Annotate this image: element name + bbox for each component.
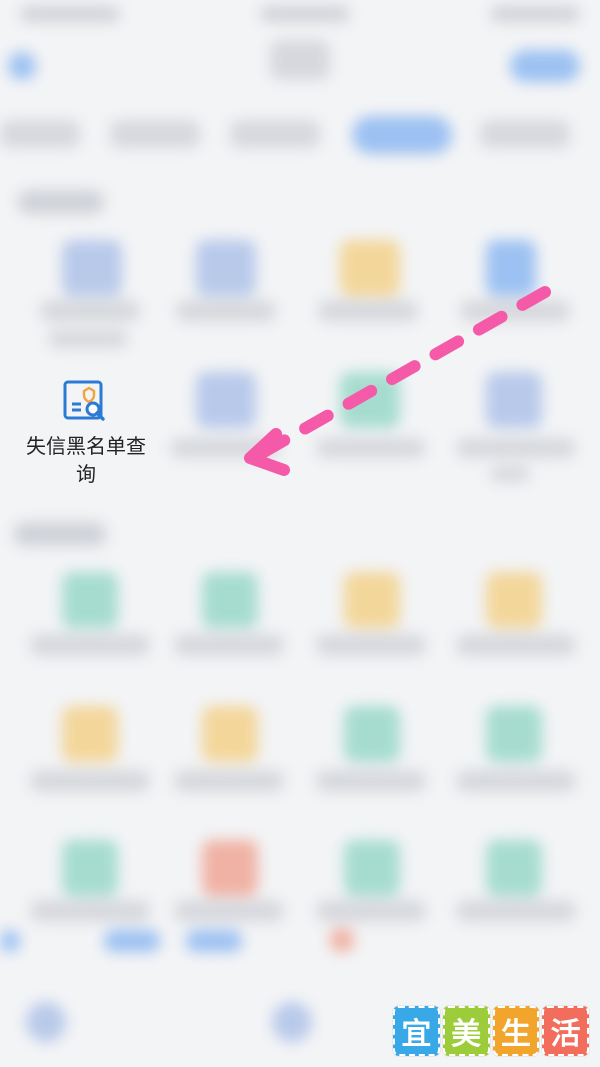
watermark-char: 活 [542,1006,589,1056]
watermark-char: 美 [442,1006,490,1056]
pointer-arrow [244,286,551,476]
watermark-logo: 宜 美 生 活 [393,1006,589,1056]
watermark-char: 宜 [393,1006,440,1056]
watermark-char: 生 [492,1006,540,1056]
